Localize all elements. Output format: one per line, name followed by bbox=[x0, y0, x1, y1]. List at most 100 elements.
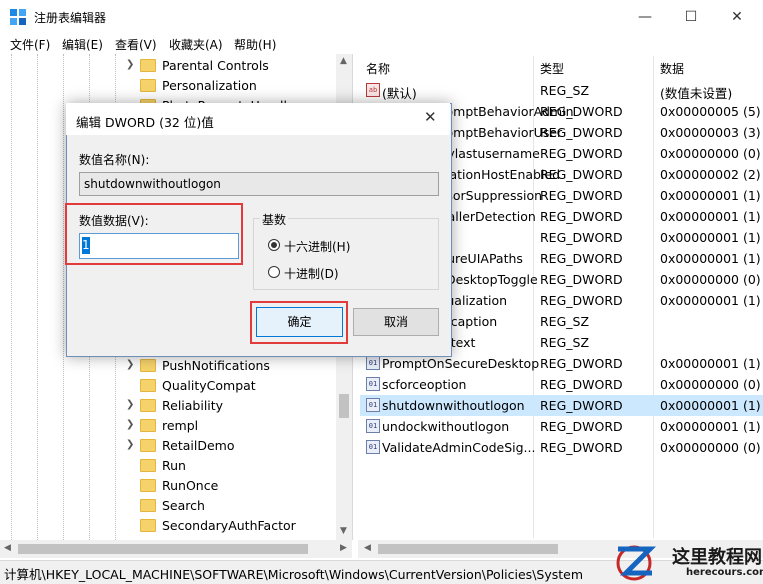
watermark-logo bbox=[616, 545, 656, 581]
chevron-right-icon[interactable]: ❯ bbox=[126, 399, 134, 410]
scroll-right-arrow-icon[interactable]: ▶ bbox=[340, 543, 347, 553]
maximize-button[interactable]: ☐ bbox=[668, 0, 714, 34]
tree-item-label: Parental Controls bbox=[162, 58, 269, 73]
registry-value-row[interactable]: 01 shutdownwithoutlogon REG_DWORD 0x0000000… bbox=[360, 395, 763, 416]
registry-value-row[interactable]: 01 scforceoption REG_DWORD 0x00000000 (0) bbox=[360, 374, 763, 395]
tree-item-label: PushNotifications bbox=[162, 358, 270, 373]
cancel-button[interactable]: 取消 bbox=[353, 308, 439, 336]
chevron-right-icon[interactable]: ❯ bbox=[126, 359, 134, 370]
tree-scroll-thumb[interactable] bbox=[339, 394, 349, 418]
value-name: ValidateAdminCodeSig... bbox=[382, 440, 536, 455]
tree-item-label: Search bbox=[162, 498, 205, 513]
value-type: REG_DWORD bbox=[540, 104, 623, 119]
tree-item[interactable]: QualityCompat bbox=[0, 376, 335, 396]
watermark-cn-text: 这里教程网 bbox=[672, 547, 762, 568]
ok-button[interactable]: 确定 bbox=[256, 307, 343, 337]
value-data-input[interactable] bbox=[79, 233, 239, 259]
value-type: REG_DWORD bbox=[540, 209, 623, 224]
chevron-right-icon[interactable]: ❯ bbox=[126, 59, 134, 70]
registry-value-row[interactable]: ab (默认) REG_SZ (数值未设置) bbox=[360, 80, 763, 101]
list-hscroll-thumb[interactable] bbox=[378, 544, 558, 554]
folder-icon bbox=[140, 479, 156, 492]
value-data: 0x00000000 (0) bbox=[660, 440, 761, 455]
tree-hscroll-thumb[interactable] bbox=[18, 544, 308, 554]
tree-item[interactable]: Search bbox=[0, 496, 335, 516]
chevron-right-icon[interactable]: ❯ bbox=[126, 419, 134, 430]
folder-icon bbox=[140, 79, 156, 92]
value-data-label: 数值数据(V): bbox=[79, 214, 149, 228]
value-data: 0x00000000 (0) bbox=[660, 272, 761, 287]
scroll-left-arrow-icon[interactable]: ◀ bbox=[4, 543, 11, 553]
dword-value-icon: 01 bbox=[366, 419, 380, 433]
tree-item[interactable]: ❯ Parental Controls bbox=[0, 56, 335, 76]
window-title: 注册表编辑器 bbox=[34, 11, 107, 25]
dec-radio-label[interactable]: 十进制(D) bbox=[284, 265, 339, 282]
value-type: REG_DWORD bbox=[540, 188, 623, 203]
scroll-left-arrow-icon[interactable]: ◀ bbox=[364, 543, 371, 553]
folder-icon bbox=[140, 439, 156, 452]
close-button[interactable]: ✕ bbox=[714, 0, 760, 34]
tree-item-label: Run bbox=[162, 458, 186, 473]
value-data: 0x00000001 (1) bbox=[660, 293, 761, 308]
hex-radio-label[interactable]: 十六进制(H) bbox=[284, 238, 350, 255]
value-type: REG_DWORD bbox=[540, 356, 623, 371]
value-data: 0x00000000 (0) bbox=[660, 377, 761, 392]
value-data: 0x00000000 (0) bbox=[660, 146, 761, 161]
tree-item[interactable]: ❯ PushNotifications bbox=[0, 356, 335, 376]
value-type: REG_DWORD bbox=[540, 230, 623, 245]
menu-help[interactable]: 帮助(H) bbox=[234, 36, 276, 53]
value-type: REG_DWORD bbox=[540, 125, 623, 140]
menu-view[interactable]: 查看(V) bbox=[115, 36, 157, 53]
folder-icon bbox=[140, 59, 156, 72]
value-data: (数值未设置) bbox=[660, 86, 733, 101]
column-header-name[interactable]: 名称 bbox=[366, 60, 390, 77]
value-name-field: shutdownwithoutlogon bbox=[79, 172, 439, 196]
radio-selected-dot bbox=[271, 242, 277, 248]
menu-bar: 文件(F) 编辑(E) 查看(V) 收藏夹(A) 帮助(H) bbox=[0, 34, 763, 54]
tree-item[interactable]: ❯ RetailDemo bbox=[0, 436, 335, 456]
dword-value-icon: 01 bbox=[366, 440, 380, 454]
value-type: REG_DWORD bbox=[540, 146, 623, 161]
value-name: PromptOnSecureDesktop bbox=[382, 356, 540, 371]
minimize-button[interactable]: — bbox=[622, 0, 668, 34]
value-name-label: 数值名称(N): bbox=[79, 153, 150, 167]
value-data: 0x00000001 (1) bbox=[660, 230, 761, 245]
value-type: REG_DWORD bbox=[540, 440, 623, 455]
value-data-text: 1 bbox=[82, 237, 90, 254]
value-type: REG_DWORD bbox=[540, 398, 623, 413]
tree-item[interactable]: Run bbox=[0, 456, 335, 476]
value-type: REG_DWORD bbox=[540, 251, 623, 266]
tree-item[interactable]: ❯ rempl bbox=[0, 416, 335, 436]
menu-file[interactable]: 文件(F) bbox=[10, 36, 50, 53]
dword-value-icon: 01 bbox=[366, 356, 380, 370]
value-name: scforceoption bbox=[382, 377, 467, 392]
chevron-right-icon[interactable]: ❯ bbox=[126, 439, 134, 450]
tree-item[interactable]: SecondaryAuthFactor bbox=[0, 516, 335, 536]
value-data: 0x00000001 (1) bbox=[660, 356, 761, 371]
value-data: 0x00000005 (5) bbox=[660, 104, 761, 119]
tree-item-label: RetailDemo bbox=[162, 438, 235, 453]
tree-item-label: Personalization bbox=[162, 78, 257, 93]
dec-radio[interactable] bbox=[268, 266, 280, 278]
value-data: 0x00000001 (1) bbox=[660, 419, 761, 434]
tree-item[interactable]: RunOnce bbox=[0, 476, 335, 496]
folder-icon bbox=[140, 359, 156, 372]
tree-item[interactable]: Personalization bbox=[0, 76, 335, 96]
close-icon[interactable]: ✕ bbox=[424, 108, 437, 126]
scroll-down-arrow-icon[interactable]: ▼ bbox=[340, 526, 347, 536]
menu-favorites[interactable]: 收藏夹(A) bbox=[169, 36, 223, 53]
value-data: 0x00000003 (3) bbox=[660, 125, 761, 140]
scroll-up-arrow-icon[interactable]: ▲ bbox=[340, 56, 347, 66]
value-data: 0x00000001 (1) bbox=[660, 398, 761, 413]
tree-item[interactable]: ❯ Reliability bbox=[0, 396, 335, 416]
watermark-url-text: herecours.com bbox=[686, 567, 763, 578]
folder-icon bbox=[140, 399, 156, 412]
value-name: shutdownwithoutlogon bbox=[382, 398, 525, 413]
folder-icon bbox=[140, 499, 156, 512]
tree-item-label: Reliability bbox=[162, 398, 224, 413]
column-header-data[interactable]: 数据 bbox=[660, 60, 684, 77]
registry-value-row[interactable]: 01 ValidateAdminCodeSig... REG_DWORD 0x0000… bbox=[360, 437, 763, 458]
menu-edit[interactable]: 编辑(E) bbox=[62, 36, 103, 53]
column-header-type[interactable]: 类型 bbox=[540, 60, 564, 77]
registry-value-row[interactable]: 01 undockwithoutlogon REG_DWORD 0x00000001 … bbox=[360, 416, 763, 437]
